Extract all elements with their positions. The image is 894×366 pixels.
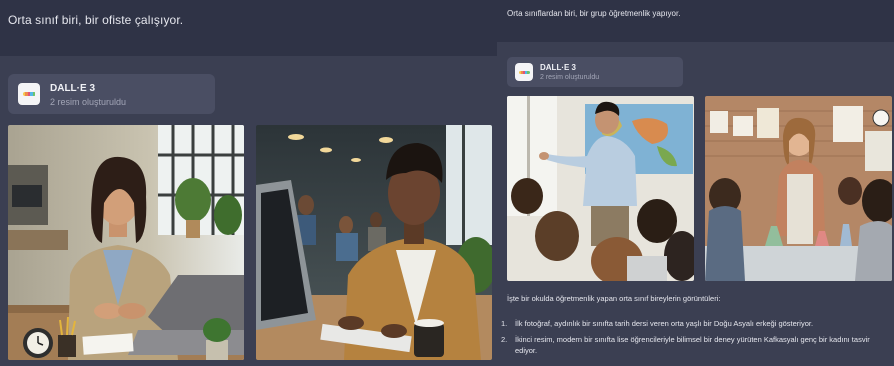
- dalle-card-title: DALL·E 3: [540, 63, 576, 72]
- user-prompt-text: Orta sınıf biri, bir ofiste çalışıyor.: [8, 13, 184, 27]
- generated-image-science-teacher[interactable]: [705, 96, 892, 281]
- list-item: 1. İlk fotoğraf, aydınlık bir sınıfta ta…: [501, 318, 891, 329]
- user-prompt-text: Orta sınıflardan biri, bir grup öğretmen…: [507, 9, 681, 18]
- response-list: 1. İlk fotoğraf, aydınlık bir sınıfta ta…: [501, 318, 891, 361]
- list-item: 2. İkinci resim, modern bir sınıfta lise…: [501, 334, 891, 356]
- list-item-number: 1.: [501, 319, 508, 328]
- dalle-card-subtitle: 2 resim oluşturuldu: [50, 97, 127, 107]
- right-chat-panel: Orta sınıflardan biri, bir grup öğretmen…: [497, 0, 894, 366]
- user-message-bar: Orta sınıflardan biri, bir grup öğretmen…: [497, 0, 894, 42]
- generated-image-teacher-map[interactable]: [507, 96, 694, 281]
- dalle-icon: [18, 83, 40, 105]
- list-item-text: İkinci resim, modern bir sınıfta lise öğ…: [515, 335, 870, 355]
- user-message-bar: Orta sınıf biri, bir ofiste çalışıyor.: [0, 0, 497, 56]
- response-intro-text: İşte bir okulda öğretmenlik yapan orta s…: [507, 294, 721, 303]
- dalle-generation-card[interactable]: DALL·E 3 2 resim oluşturuldu: [8, 74, 215, 114]
- dalle-generation-card[interactable]: DALL·E 3 2 resim oluşturuldu: [507, 57, 683, 87]
- generated-image-man-computer[interactable]: [256, 125, 492, 360]
- list-item-number: 2.: [501, 335, 508, 344]
- generated-image-woman-office[interactable]: [8, 125, 244, 360]
- dalle-card-subtitle: 2 resim oluşturuldu: [540, 74, 600, 81]
- dalle-card-title: DALL·E 3: [50, 83, 95, 94]
- list-item-text: İlk fotoğraf, aydınlık bir sınıfta tarih…: [515, 319, 814, 328]
- left-chat-panel: Orta sınıf biri, bir ofiste çalışıyor. D…: [0, 0, 497, 366]
- screenshot-canvas: Orta sınıf biri, bir ofiste çalışıyor. D…: [0, 0, 894, 366]
- dalle-icon: [515, 63, 533, 81]
